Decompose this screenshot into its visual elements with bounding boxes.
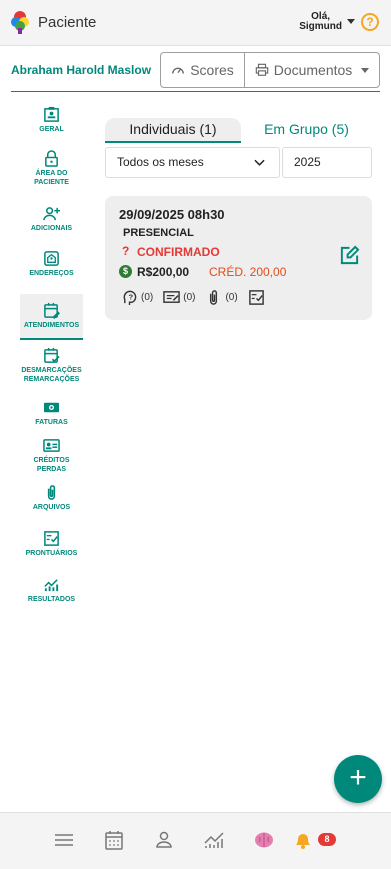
sidebar-item-faturas[interactable]: FATURAS: [20, 399, 83, 431]
svg-text:?: ?: [129, 292, 134, 301]
lock-icon: [45, 150, 58, 167]
sidebar-item-atendimentos[interactable]: ATENDIMENTOS: [20, 294, 83, 340]
sidebar-item-resultados[interactable]: RESULTADOS: [20, 576, 83, 610]
sidebar-item-arquivos[interactable]: ARQUIVOS: [20, 484, 83, 518]
user-add-icon: [43, 207, 60, 221]
printer-icon: [255, 63, 268, 76]
questions-counter[interactable]: ? (0): [121, 289, 153, 306]
appointment-card[interactable]: 29/09/2025 08h30 PRESENCIAL ? CONFIRMADO…: [105, 196, 372, 320]
dollar-icon: $: [119, 265, 132, 278]
documents-label: Documentos: [273, 62, 353, 78]
bottom-nav: 8: [0, 812, 391, 869]
sidebar-item-label: DESMARCAÇÕES REMARCAÇÕES: [21, 367, 82, 383]
question-mark-icon: ?: [122, 244, 130, 258]
scores-label: Scores: [190, 62, 234, 78]
attachments-count: (0): [225, 292, 238, 303]
sidebar-item-label: ENDEREÇOS: [29, 270, 74, 277]
menu-button[interactable]: [53, 829, 75, 851]
address-icon: [44, 251, 59, 266]
appointment-value: R$200,00: [137, 265, 190, 279]
attachments-counter[interactable]: (0): [205, 289, 238, 306]
calendar-edit-icon: [44, 302, 60, 319]
month-select[interactable]: Todos os meses: [105, 147, 280, 178]
add-appointment-button[interactable]: +: [334, 755, 382, 803]
sidebar-item-label: PRONTUÁRIOS: [25, 550, 78, 557]
gauge-icon: [172, 67, 185, 74]
caret-down-icon: [361, 67, 370, 73]
help-icon[interactable]: ?: [361, 13, 379, 31]
appointment-datetime: 29/09/2025 08h30: [119, 207, 225, 222]
questions-count: (0): [141, 292, 154, 303]
brain-button[interactable]: [253, 829, 275, 851]
appointment-type: PRESENCIAL: [123, 227, 194, 239]
appointment-credit: CRÉD. 200,00: [209, 265, 287, 279]
checklist-icon: [248, 290, 264, 305]
sidebar-item-enderecos[interactable]: ENDEREÇOS: [20, 250, 83, 283]
month-select-value: Todos os meses: [117, 155, 204, 169]
documents-button[interactable]: Documentos: [245, 53, 379, 87]
scores-button[interactable]: Scores: [161, 53, 245, 87]
calendar-button[interactable]: [103, 829, 125, 851]
appointment-tabs: Individuais (1) Em Grupo (5): [105, 118, 372, 144]
user-name: Sigmund: [299, 21, 342, 32]
divider: [11, 91, 380, 92]
record-button[interactable]: [248, 289, 265, 306]
sidebar-item-geral[interactable]: GERAL: [20, 106, 83, 141]
tab-indicator: [105, 141, 241, 143]
sidebar-item-label: GERAL: [39, 126, 64, 133]
sidebar-item-label: RESULTADOS: [27, 596, 76, 603]
notification-badge: 8: [318, 833, 336, 846]
paperclip-icon: [210, 290, 218, 305]
tab-em-grupo[interactable]: Em Grupo (5): [241, 118, 372, 142]
year-input[interactable]: 2025: [282, 147, 372, 178]
patient-name: Abraham Harold Maslow: [11, 63, 152, 77]
sidebar-item-label: ADICIONAIS: [30, 225, 73, 232]
menu-icon: [55, 834, 73, 846]
id-card-icon: [44, 106, 59, 122]
user-icon: [156, 831, 172, 848]
calendar-check-icon: [44, 347, 60, 363]
patient-actions: Scores Documentos: [160, 52, 380, 88]
sidebar-item-desmarcacoes[interactable]: DESMARCAÇÕES REMARCAÇÕES: [20, 347, 83, 393]
app-header: Paciente Olá, Sigmund ?: [0, 0, 391, 46]
sidebar-item-area-do-paciente[interactable]: ÁREA DO PACIENTE: [20, 150, 83, 197]
brain-logo-icon: [11, 11, 29, 34]
page-title: Paciente: [38, 14, 97, 31]
money-icon: [43, 402, 60, 413]
user-menu[interactable]: Olá, Sigmund: [299, 12, 342, 32]
question-head-icon: ?: [123, 290, 137, 306]
brain-icon: [255, 832, 273, 848]
checklist-icon: [44, 531, 59, 546]
credit-card-icon: [43, 439, 60, 452]
chart-icon: [44, 579, 59, 592]
tab-individuais[interactable]: Individuais (1): [105, 118, 241, 142]
sidebar-item-label: FATURAS: [35, 419, 68, 426]
chart-icon: [204, 832, 224, 848]
patients-button[interactable]: [153, 829, 175, 851]
notes-count: (0): [183, 292, 196, 303]
notifications-button[interactable]: [292, 829, 314, 851]
notes-counter[interactable]: (0): [163, 289, 195, 306]
sidebar-item-label: ATENDIMENTOS: [23, 322, 80, 329]
sidebar-item-creditos-perdas[interactable]: CRÉDITOS PERDAS: [20, 437, 83, 481]
sidebar-item-label: CRÉDITOS PERDAS: [33, 457, 70, 473]
sidebar-item-label: ÁREA DO PACIENTE: [34, 170, 69, 186]
notes-icon: [163, 291, 180, 303]
calendar-icon: [105, 831, 123, 850]
year-value: 2025: [294, 155, 321, 169]
status-badge: CONFIRMADO: [137, 245, 220, 259]
reports-button[interactable]: [203, 829, 225, 851]
sidebar-item-prontuarios[interactable]: PRONTUÁRIOS: [20, 530, 83, 564]
bell-icon: [296, 834, 310, 849]
paperclip-icon: [47, 485, 56, 500]
appointment-counters: ? (0) (0) (0): [121, 289, 269, 306]
sidebar: GERAL ÁREA DO PACIENTE ADICIONAIS ENDERE…: [20, 106, 83, 610]
edit-icon[interactable]: [339, 245, 360, 266]
sidebar-item-label: ARQUIVOS: [32, 504, 71, 511]
chevron-down-icon: [254, 159, 265, 166]
caret-down-icon[interactable]: [347, 19, 355, 24]
sidebar-item-adicionais[interactable]: ADICIONAIS: [20, 205, 83, 238]
